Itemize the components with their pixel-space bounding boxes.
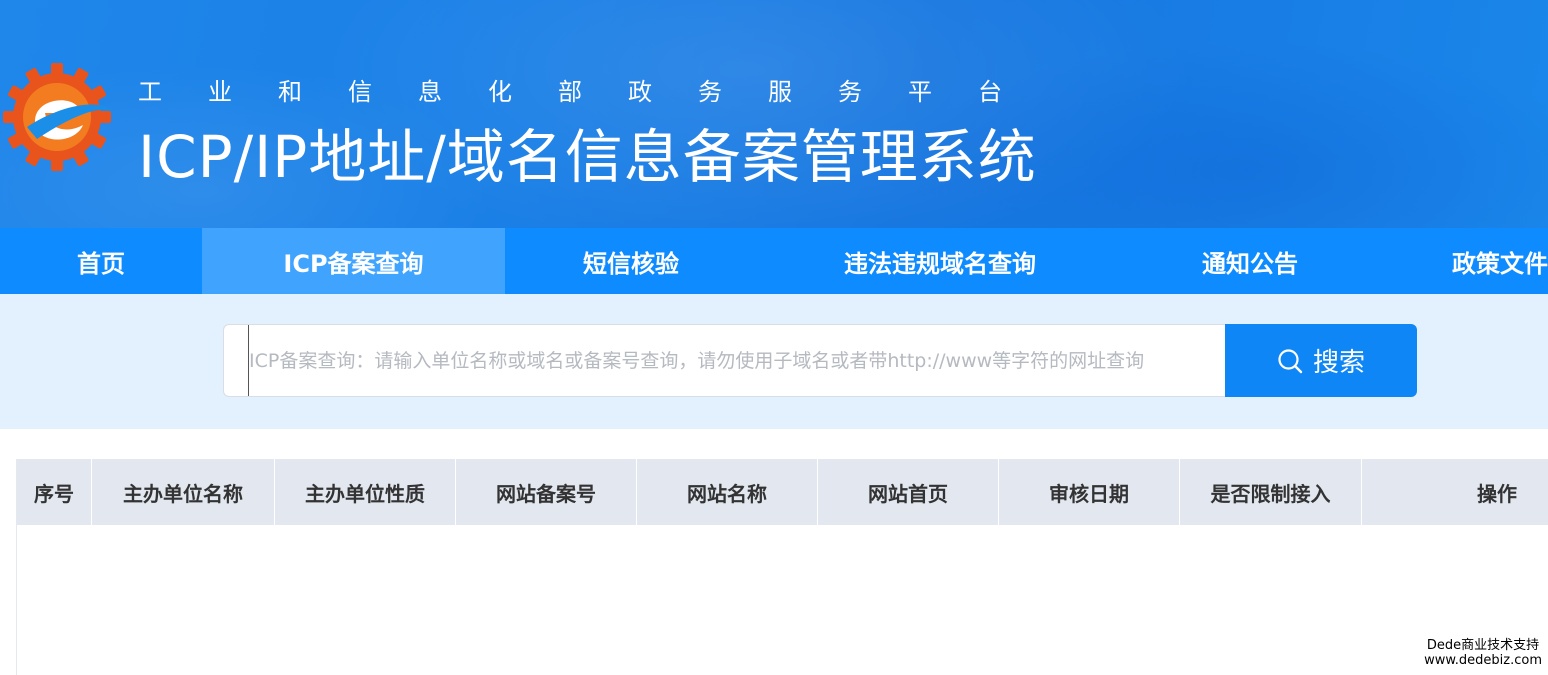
search-input[interactable] [248,325,1226,396]
column-header-homepage: 网站首页 [818,459,999,525]
nav-item-illegal-domain-query[interactable]: 违法违规域名查询 [757,228,1123,294]
search-button[interactable]: 搜索 [1225,324,1417,397]
column-header-review-date: 审核日期 [999,459,1180,525]
table-header: 序号 主办单位名称 主办单位性质 网站备案号 网站名称 网站首页 审核日期 是否… [17,459,1548,525]
search-button-label: 搜索 [1312,348,1365,378]
results-table: 序号 主办单位名称 主办单位性质 网站备案号 网站名称 网站首页 审核日期 是否… [16,459,1548,675]
column-header-org-name: 主办单位名称 [92,459,275,525]
main-nav: 首页 ICP备案查询 短信核验 违法违规域名查询 通知公告 政策文件 [0,228,1548,294]
page-title: ICP/IP地址/域名信息备案管理系统 [138,123,1037,191]
watermark: Dede商业技术支持 www.dedebiz.com [1424,638,1542,668]
watermark-line-2: www.dedebiz.com [1424,653,1542,668]
nav-item-sms-verify[interactable]: 短信核验 [505,228,757,294]
nav-item-notices[interactable]: 通知公告 [1123,228,1377,294]
column-header-actions: 操作 [1477,481,1517,506]
column-header-org-type: 主办单位性质 [275,459,456,525]
miit-logo-icon [3,63,113,171]
column-header-license-no: 网站备案号 [456,459,637,525]
header-banner: 工业和信息化部政务服务平台 ICP/IP地址/域名信息备案管理系统 [0,0,1548,228]
nav-item-home[interactable]: 首页 [0,228,202,294]
column-header-site-name: 网站名称 [637,459,818,525]
header-subtitle: 工业和信息化部政务服务平台 [138,78,1048,106]
nav-item-policy-files[interactable]: 政策文件 [1377,228,1548,294]
search-icon [1278,348,1303,373]
search-section: 搜索 [0,294,1548,429]
search-input-wrapper [223,324,1226,397]
column-header-access-restricted: 是否限制接入 [1180,459,1362,525]
nav-item-icp-query[interactable]: ICP备案查询 [202,228,505,294]
watermark-line-1: Dede商业技术支持 [1426,638,1540,653]
column-header-index: 序号 [17,459,92,525]
